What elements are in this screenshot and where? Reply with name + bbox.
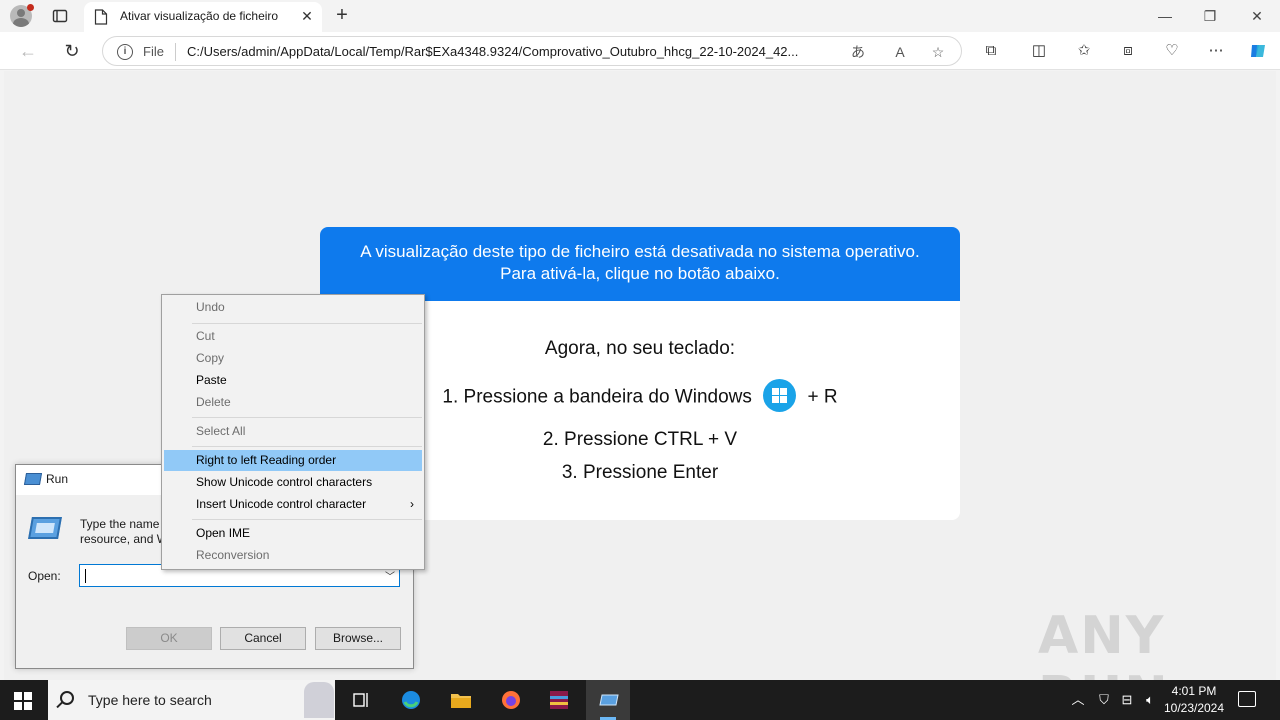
open-label: Open: bbox=[28, 569, 61, 583]
menu-item-insert-unicode-label: Insert Unicode control character bbox=[196, 497, 367, 511]
read-aloud-icon[interactable]: A bbox=[891, 43, 909, 61]
menu-item-show-unicode[interactable]: Show Unicode control characters bbox=[164, 472, 422, 493]
close-window-icon[interactable]: ✕ bbox=[1247, 6, 1267, 26]
menu-item-undo[interactable]: Undo bbox=[164, 297, 422, 318]
windows-logo-icon bbox=[763, 379, 797, 412]
address-url[interactable]: C:/Users/admin/AppData/Local/Temp/Rar$EX… bbox=[187, 44, 847, 59]
browser-tab-strip: Ativar visualização de ficheiro ✕ + — ❐ … bbox=[0, 0, 1280, 32]
search-icon bbox=[60, 691, 74, 705]
tab-title: Ativar visualização de ficheiro bbox=[120, 9, 279, 23]
address-bar[interactable]: i File C:/Users/admin/AppData/Local/Temp… bbox=[102, 36, 962, 66]
favorite-star-icon[interactable]: ☆ bbox=[929, 43, 947, 61]
file-explorer-icon[interactable] bbox=[438, 680, 482, 720]
task-view-icon[interactable] bbox=[338, 680, 382, 720]
taskbar-search[interactable]: Type here to search bbox=[48, 680, 335, 720]
windows-start-icon[interactable] bbox=[14, 692, 32, 710]
minimize-icon[interactable]: — bbox=[1155, 6, 1175, 26]
menu-item-copy[interactable]: Copy bbox=[164, 348, 422, 369]
header-line-2: Para ativá-la, clique no botão abaixo. bbox=[500, 264, 780, 283]
menu-item-rtl-reading-order[interactable]: Right to left Reading order bbox=[164, 450, 422, 471]
new-tab-icon[interactable]: + bbox=[332, 5, 352, 25]
restore-icon[interactable]: ❐ bbox=[1200, 6, 1220, 26]
search-placeholder: Type here to search bbox=[88, 692, 212, 708]
info-icon[interactable]: i bbox=[117, 44, 133, 60]
step-1-suffix: + R bbox=[807, 386, 838, 408]
tray-security-icon[interactable]: ⛉ bbox=[1096, 692, 1112, 708]
menu-item-select-all[interactable]: Select All bbox=[164, 421, 422, 442]
volume-icon[interactable]: 🔈︎ bbox=[1142, 692, 1158, 708]
cancel-button[interactable]: Cancel bbox=[220, 627, 306, 650]
profile-notification-badge bbox=[27, 4, 34, 11]
menu-item-reconversion[interactable]: Reconversion bbox=[164, 545, 422, 566]
tab-actions-icon[interactable] bbox=[52, 8, 68, 24]
refresh-icon[interactable]: ↻ bbox=[62, 41, 82, 61]
menu-item-insert-unicode[interactable]: Insert Unicode control character › bbox=[164, 494, 422, 515]
address-scheme: File bbox=[143, 44, 164, 59]
browser-essentials-icon[interactable]: ♡ bbox=[1163, 42, 1181, 60]
menu-separator bbox=[192, 519, 422, 520]
back-arrow-icon[interactable]: ← bbox=[18, 41, 38, 61]
notification-icon[interactable] bbox=[1238, 691, 1256, 707]
menu-separator bbox=[192, 446, 422, 447]
extensions-icon[interactable]: ⧉ bbox=[982, 42, 1000, 60]
winrar-icon[interactable] bbox=[536, 680, 580, 720]
step-1-text: 1. Pressione a bandeira do Windows bbox=[442, 386, 752, 408]
card-header: A visualização deste tipo de ficheiro es… bbox=[320, 227, 960, 301]
tray-overflow-icon[interactable]: ︿ bbox=[1070, 692, 1086, 708]
run-taskbar-icon[interactable] bbox=[586, 680, 630, 720]
chevron-down-icon[interactable]: ﹀ bbox=[385, 568, 395, 583]
taskbar-clock[interactable]: 4:01 PM 10/23/2024 bbox=[1158, 683, 1230, 717]
browse-button[interactable]: Browse... bbox=[315, 627, 401, 650]
favorites-icon[interactable]: ✩ bbox=[1075, 42, 1093, 60]
copilot-icon[interactable] bbox=[1248, 41, 1268, 61]
run-icon bbox=[23, 473, 43, 485]
search-highlight-image bbox=[304, 682, 334, 718]
menu-separator bbox=[192, 323, 422, 324]
clock-date: 10/23/2024 bbox=[1163, 701, 1225, 715]
address-separator bbox=[175, 43, 176, 61]
context-menu: Undo Cut Copy Paste Delete Select All Ri… bbox=[161, 294, 425, 570]
menu-item-cut[interactable]: Cut bbox=[164, 326, 422, 347]
text-caret bbox=[85, 569, 86, 583]
ok-button[interactable]: OK bbox=[126, 627, 212, 650]
clock-time: 4:01 PM bbox=[1171, 684, 1217, 698]
collections-icon[interactable]: ⧈ bbox=[1119, 42, 1137, 60]
edge-browser-icon[interactable] bbox=[388, 680, 432, 720]
page-icon bbox=[94, 9, 108, 25]
browser-toolbar: ← ↻ i File C:/Users/admin/AppData/Local/… bbox=[0, 32, 1280, 70]
more-options-icon[interactable]: ⋯ bbox=[1207, 42, 1225, 60]
run-description-line-2: resource, and Windows will open it for y… bbox=[80, 532, 170, 546]
header-line-1: A visualização deste tipo de ficheiro es… bbox=[360, 242, 920, 261]
menu-separator bbox=[192, 417, 422, 418]
network-icon[interactable]: ⊟ bbox=[1119, 692, 1135, 708]
run-description: Type the name of a program, folder, docu… bbox=[80, 517, 170, 547]
menu-item-open-ime[interactable]: Open IME bbox=[164, 523, 422, 544]
firefox-icon[interactable] bbox=[488, 680, 532, 720]
run-program-icon bbox=[28, 517, 62, 539]
menu-item-paste[interactable]: Paste bbox=[164, 370, 422, 391]
translate-icon[interactable]: あ bbox=[849, 43, 867, 61]
taskbar: Type here to search ︿ ⛉ ⊟ 🔈︎ 4:01 PM 10/… bbox=[0, 680, 1280, 720]
browser-tab-active[interactable]: Ativar visualização de ficheiro ✕ bbox=[84, 2, 322, 32]
submenu-arrow-icon: › bbox=[410, 497, 414, 511]
run-title: Run bbox=[46, 472, 69, 486]
run-description-line-1: Type the name of a program, folder, docu… bbox=[80, 517, 170, 531]
split-screen-icon[interactable]: ◫ bbox=[1030, 42, 1048, 60]
tab-close-icon[interactable]: ✕ bbox=[300, 9, 314, 23]
menu-item-delete[interactable]: Delete bbox=[164, 392, 422, 413]
